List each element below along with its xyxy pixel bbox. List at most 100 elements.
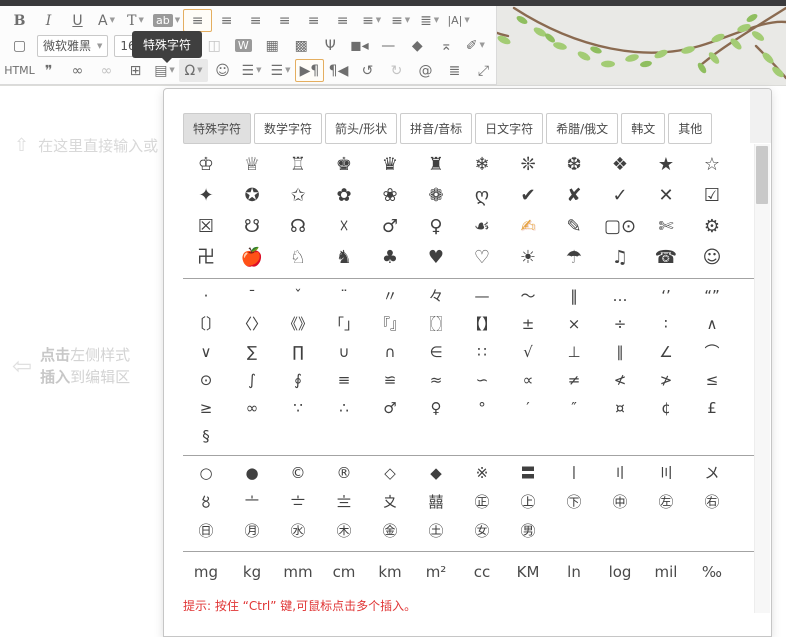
char-cell[interactable]: ✔	[505, 180, 551, 211]
char-cell[interactable]: 〔〕	[183, 310, 229, 338]
char-cell[interactable]: ˇ	[275, 282, 321, 310]
ordered-list-button[interactable]: ☰▼	[266, 59, 295, 82]
char-cell[interactable]: ✓	[597, 180, 643, 211]
char-cell[interactable]: ∝	[505, 366, 551, 394]
char-cell[interactable]: ☆	[689, 149, 735, 180]
char-cell[interactable]: mil	[643, 555, 689, 589]
char-cell[interactable]: “”	[689, 282, 735, 310]
char-cell[interactable]: ㊤	[505, 488, 551, 517]
char-cell[interactable]: ln	[551, 555, 597, 589]
char-cell[interactable]: ∽	[459, 366, 505, 394]
tab-箭头/形状[interactable]: 箭头/形状	[325, 113, 397, 144]
char-cell[interactable]: ′	[505, 394, 551, 422]
char-cell[interactable]: ✩	[275, 180, 321, 211]
panel-scrollbar-thumb[interactable]	[756, 146, 768, 204]
char-cell[interactable]: …	[597, 282, 643, 310]
link-button[interactable]: ∞	[63, 59, 92, 82]
char-cell[interactable]: mg	[183, 555, 229, 589]
char-cell[interactable]: 囍	[413, 488, 459, 517]
char-cell[interactable]: ☓	[321, 211, 367, 242]
char-cell[interactable]: ×	[551, 310, 597, 338]
char-cell[interactable]: ㊧	[643, 488, 689, 517]
char-cell[interactable]: ♂	[367, 394, 413, 422]
emoji-button[interactable]: ☺	[208, 59, 237, 82]
char-cell[interactable]: —	[459, 282, 505, 310]
char-cell[interactable]: ☑	[689, 180, 735, 211]
unlink-button[interactable]: ∞	[92, 59, 121, 82]
char-cell[interactable]: §	[183, 422, 229, 450]
char-cell[interactable]: ♂	[367, 211, 413, 242]
tab-希腊/俄文[interactable]: 希腊/俄文	[546, 113, 618, 144]
char-cell[interactable]: ≈	[413, 366, 459, 394]
char-cell[interactable]: ☋	[229, 211, 275, 242]
char-cell[interactable]: ♘	[275, 242, 321, 273]
char-cell[interactable]: ☎	[643, 242, 689, 273]
char-cell[interactable]: ≮	[597, 366, 643, 394]
char-cell[interactable]: ㊏	[413, 517, 459, 546]
char-cell[interactable]: ✄	[643, 211, 689, 242]
char-cell[interactable]: km	[367, 555, 413, 589]
char-cell[interactable]: ♕	[229, 149, 275, 180]
char-cell[interactable]: ¨	[321, 282, 367, 310]
char-cell[interactable]: ♀	[413, 394, 459, 422]
char-cell[interactable]: ㊥	[597, 488, 643, 517]
char-cell[interactable]: ®	[321, 459, 367, 488]
align-left-button[interactable]: ≡	[183, 9, 212, 32]
char-cell[interactable]: ÷	[597, 310, 643, 338]
mention-button[interactable]: @	[411, 59, 440, 82]
char-cell[interactable]: ≥	[183, 394, 229, 422]
indent-button[interactable]: ≡	[328, 9, 357, 32]
char-cell[interactable]: ·	[183, 282, 229, 310]
char-cell[interactable]: ☙	[459, 211, 505, 242]
char-cell[interactable]: ¢	[643, 394, 689, 422]
highlight-button[interactable]: ab▼	[150, 9, 183, 32]
eraser-button[interactable]: ◆	[403, 34, 432, 57]
special-char-button[interactable]: Ω▼	[179, 59, 208, 82]
char-cell[interactable]: ❁	[413, 180, 459, 211]
char-cell[interactable]: ♥	[413, 242, 459, 273]
char-cell[interactable]: ㊊	[229, 517, 275, 546]
char-cell[interactable]: 〧	[275, 488, 321, 517]
tab-特殊字符[interactable]: 特殊字符	[183, 113, 251, 144]
table-button[interactable]: ⊞	[121, 59, 150, 82]
char-cell[interactable]: ✦	[183, 180, 229, 211]
letter-spacing-button[interactable]: |A|▼	[444, 9, 473, 32]
video-button[interactable]: ◼◂	[345, 34, 374, 57]
char-cell[interactable]: ˉ	[229, 282, 275, 310]
char-cell[interactable]: ∪	[321, 338, 367, 366]
image-group-button[interactable]: ▩	[287, 34, 316, 57]
line-height-button[interactable]: ≡▼	[386, 9, 415, 32]
font-color-button[interactable]: A▼	[92, 9, 121, 32]
char-cell[interactable]: cm	[321, 555, 367, 589]
char-cell[interactable]: ☂	[551, 242, 597, 273]
char-cell[interactable]: ●	[229, 459, 275, 488]
char-cell[interactable]: 【】	[459, 310, 505, 338]
tab-日文字符[interactable]: 日文字符	[475, 113, 543, 144]
char-cell[interactable]: 〢	[597, 459, 643, 488]
char-cell[interactable]: ≯	[643, 366, 689, 394]
char-cell[interactable]: 〥	[183, 488, 229, 517]
bullet-list-button[interactable]: ☰▼	[237, 59, 266, 82]
list-indent-button[interactable]: ≣▼	[415, 9, 444, 32]
char-cell[interactable]: ∏	[275, 338, 321, 366]
char-cell[interactable]: ∮	[275, 366, 321, 394]
char-cell[interactable]: ♀	[413, 211, 459, 242]
char-cell[interactable]: ✘	[551, 180, 597, 211]
char-cell[interactable]: ‖	[551, 282, 597, 310]
char-cell[interactable]: ㊐	[183, 517, 229, 546]
new-document-button[interactable]: ▢	[5, 34, 34, 57]
char-cell[interactable]: ✪	[229, 180, 275, 211]
char-cell[interactable]: ♖	[275, 149, 321, 180]
char-cell[interactable]: m²	[413, 555, 459, 589]
char-cell[interactable]: ∨	[183, 338, 229, 366]
char-cell[interactable]: ◇	[367, 459, 413, 488]
char-cell[interactable]: ☀	[505, 242, 551, 273]
char-cell[interactable]: ♞	[321, 242, 367, 273]
tab-拼音/音标[interactable]: 拼音/音标	[400, 113, 472, 144]
char-cell[interactable]: ★	[643, 149, 689, 180]
char-cell[interactable]: ☺	[689, 242, 735, 273]
char-cell[interactable]: ❀	[367, 180, 413, 211]
char-cell[interactable]: ღ	[459, 180, 505, 211]
char-cell[interactable]: °	[459, 394, 505, 422]
bold-button[interactable]: B	[5, 9, 34, 32]
